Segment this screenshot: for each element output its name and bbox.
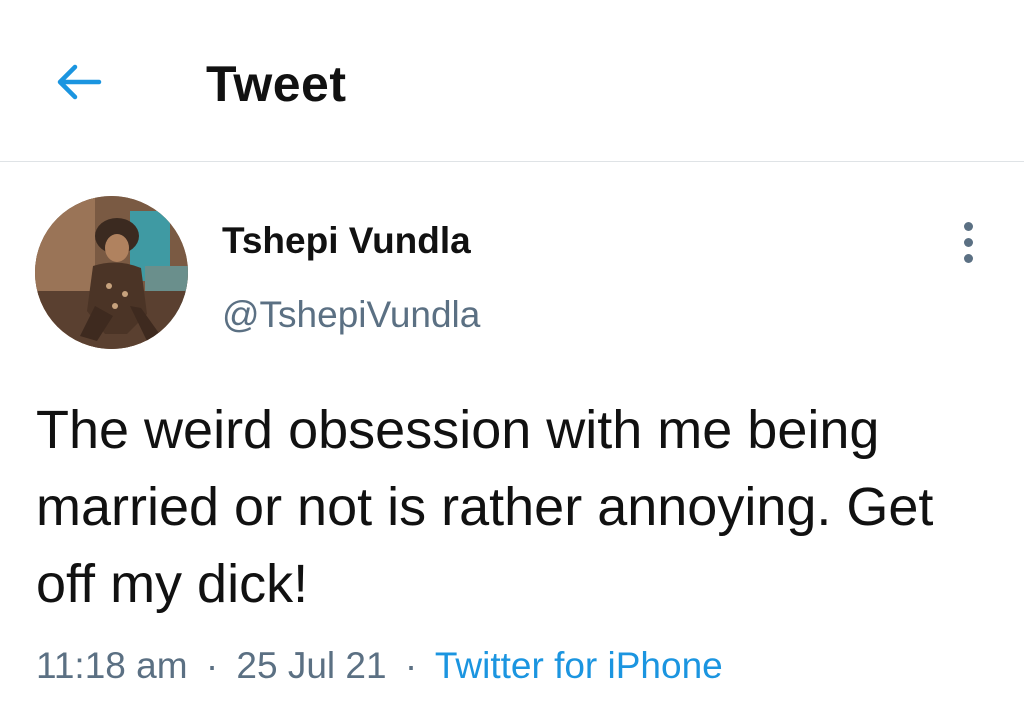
tweet-source-link[interactable]: Twitter for iPhone [435,645,723,686]
page-title: Tweet [206,56,347,112]
tweet-date: 25 Jul 21 [236,645,387,686]
tweet-text: The weird obsession with me being marrie… [36,400,934,614]
meta-separator: · [404,645,418,686]
avatar[interactable] [35,196,188,349]
back-button[interactable] [48,58,108,106]
author-name[interactable]: Tshepi Vundla [222,215,480,267]
tweet-time: 11:18 am [36,645,188,686]
top-app-bar: Tweet [0,0,1024,162]
author-handle[interactable]: @TshepiVundla [222,289,480,341]
more-options-button[interactable] [946,218,990,266]
tweet-metadata: 11:18 am · 25 Jul 21 · Twitter for iPhon… [36,642,723,690]
avatar-image [35,196,188,349]
more-vertical-icon [963,221,973,231]
tweet-author: Tshepi Vundla @TshepiVundla [222,215,480,341]
more-vertical-icon [963,253,973,263]
more-vertical-icon [963,237,973,247]
meta-separator: · [205,645,219,686]
arrow-left-icon [57,64,102,100]
